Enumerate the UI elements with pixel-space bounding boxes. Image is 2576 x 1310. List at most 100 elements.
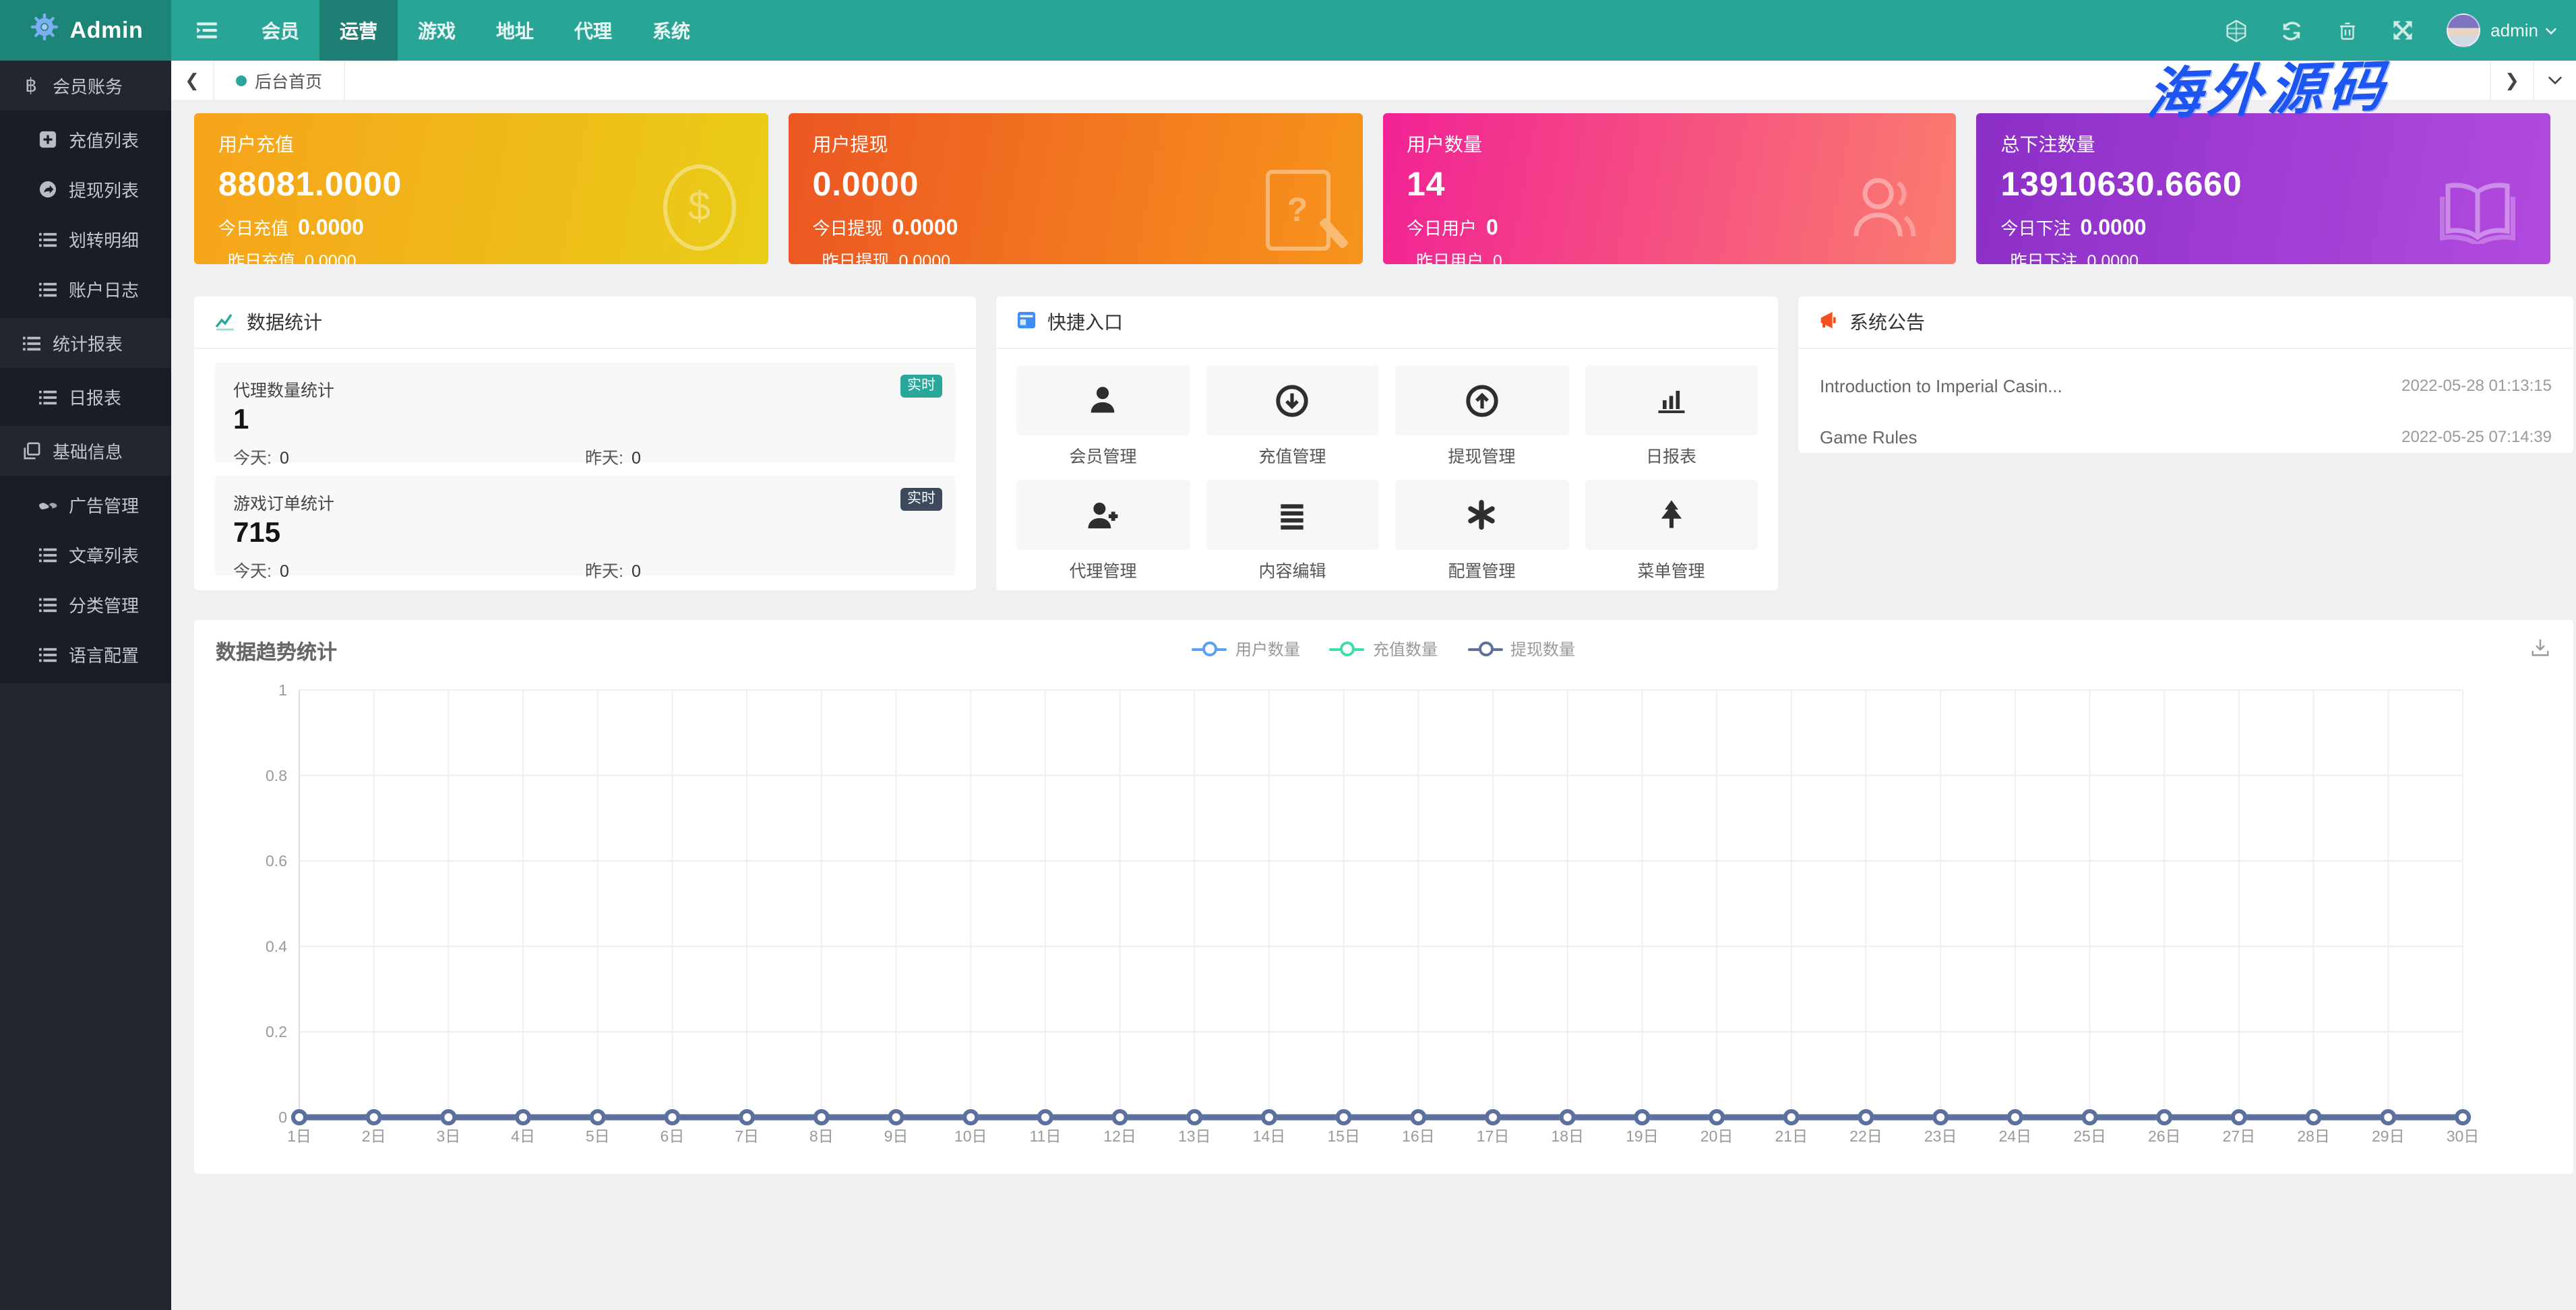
sidebar-item-充值列表[interactable]: 充值列表 [0,115,171,164]
nav-item-系统[interactable]: 系统 [632,0,710,61]
sidebar-item-广告管理[interactable]: 广告管理 [0,480,171,530]
stat-card-value: 0.0000 [813,166,1339,205]
today-value: 0.0000 [892,217,958,241]
stat-card-today: 今日提现0.0000 [813,214,1339,241]
svg-text:19日: 19日 [1626,1127,1659,1145]
quick-entry-title: 快捷入口 [1047,309,1123,336]
yesterday-label: 昨天: [585,562,623,581]
legend-充值数量[interactable]: 充值数量 [1330,637,1438,660]
quick-entry-配置管理[interactable]: 配置管理 [1395,480,1568,582]
menu-fold-icon[interactable] [171,0,241,61]
sidebar-item-label: 账户日志 [69,276,139,302]
legend-label: 充值数量 [1373,637,1438,660]
svg-text:4日: 4日 [511,1127,535,1145]
nav-item-会员[interactable]: 会员 [241,0,319,61]
list-icon [36,544,58,565]
stat-card-title: 总下注数量 [2001,131,2527,158]
nav-item-运营[interactable]: 运营 [319,0,398,61]
language-globe-icon[interactable] [2209,18,2264,42]
app-logo[interactable]: Admin [0,0,171,61]
svg-text:0: 0 [278,1109,287,1126]
nav-item-代理[interactable]: 代理 [554,0,632,61]
sidebar-item-文章列表[interactable]: 文章列表 [0,530,171,580]
tab-active-dot-icon [236,75,247,86]
tabs-scroll-left-icon[interactable]: ❮ [171,61,214,100]
announcement-row[interactable]: Introduction to Imperial Casin...2022-05… [1798,360,2573,411]
svg-text:2日: 2日 [362,1127,386,1145]
fullscreen-icon[interactable] [2374,19,2430,42]
user-avatar[interactable] [2446,13,2480,47]
quick-entry-日报表[interactable]: 日报表 [1585,365,1758,468]
quick-entry-菜单管理[interactable]: 菜单管理 [1585,480,1758,582]
quick-entry-label: 充值管理 [1206,442,1379,468]
refresh-icon[interactable] [2264,18,2319,42]
arrow-down-circle-icon [1206,365,1379,435]
user-menu[interactable]: admin [2490,20,2557,40]
main-menu: 会员运营游戏地址代理系统 [241,0,710,61]
stat-sub-row: 今天:0昨天:0 [233,443,937,469]
stat-sub-代理数量统计: 实时代理数量统计1今天:0昨天:0 [214,363,956,462]
quick-entry-内容编辑[interactable]: 内容编辑 [1206,480,1379,582]
legend-用户数量[interactable]: 用户数量 [1192,637,1300,660]
quick-entry-会员管理[interactable]: 会员管理 [1016,365,1190,468]
today-label: 今日用户 [1407,214,1477,240]
announcement-text: Introduction to Imperial Casin... [1820,375,2062,396]
asterisk-icon [1395,480,1568,550]
announcements-header: 系统公告 [1798,297,2573,349]
svg-text:16日: 16日 [1402,1127,1435,1145]
svg-text:26日: 26日 [2148,1127,2181,1145]
quick-entry-提现管理[interactable]: 提现管理 [1395,365,1568,468]
today-value: 0 [280,562,289,581]
book-icon [2437,177,2518,251]
quick-entry-充值管理[interactable]: 充值管理 [1206,365,1379,468]
stat-sub-name: 代理数量统计 [233,376,937,402]
sidebar-item-label: 统计报表 [53,330,123,356]
quick-entry-panel: 快捷入口 会员管理充值管理提现管理日报表代理管理内容编辑配置管理菜单管理 [996,297,1778,590]
nav-item-地址[interactable]: 地址 [476,0,554,61]
stat-sub-row: 今天:0昨天:0 [233,557,937,582]
sidebar-item-label: 日报表 [69,384,121,410]
nav-item-游戏[interactable]: 游戏 [398,0,476,61]
announcement-row[interactable]: Game Rules2022-05-25 07:14:39 [1798,411,2573,453]
svg-text:17日: 17日 [1477,1127,1510,1145]
legend-label: 提现数量 [1510,637,1575,660]
tabs-menu-icon[interactable] [2533,61,2576,100]
sidebar-submenu: 充值列表提现列表划转明细账户日志 [0,111,171,318]
sidebar-item-label: 广告管理 [69,492,139,518]
sidebar-item-会员账务[interactable]: ฿会员账务 [0,61,171,111]
tabs-scroll-right-icon[interactable]: ❯ [2490,61,2533,100]
trash-icon[interactable] [2319,19,2374,42]
sidebar-item-基础信息[interactable]: 基础信息 [0,426,171,476]
sidebar-item-账户日志[interactable]: 账户日志 [0,264,171,314]
sidebar-item-统计报表[interactable]: 统计报表 [0,318,171,368]
legend-提现数量[interactable]: 提现数量 [1467,637,1575,660]
svg-text:12日: 12日 [1103,1127,1136,1145]
today-value: 0 [280,449,289,468]
today-label: 今天: [233,449,272,468]
username-label: admin [2490,20,2538,40]
svg-text:3日: 3日 [436,1127,460,1145]
yesterday-label: 昨日充值 [228,247,295,264]
sidebar-item-划转明细[interactable]: 划转明细 [0,214,171,264]
chevron-down-icon [2545,26,2557,34]
yesterday-label: 昨日提现 [822,247,890,264]
trend-chart-panel: 数据趋势统计 用户数量充值数量提现数量 1日2日3日4日5日6日7日8日9日10… [194,620,2573,1174]
list-icon [36,594,58,615]
quick-entry-代理管理[interactable]: 代理管理 [1016,480,1190,582]
download-icon[interactable] [2530,637,2550,664]
data-stats-title: 数据统计 [247,309,322,336]
svg-text:1: 1 [278,681,287,699]
quick-entry-label: 提现管理 [1395,442,1568,468]
sidebar-item-分类管理[interactable]: 分类管理 [0,580,171,629]
main-content: 用户充值88081.0000今日充值0.0000昨日充值0.0000$用户提现0… [171,100,2576,1310]
stat-card-title: 用户提现 [813,131,1339,158]
svg-text:20日: 20日 [1700,1127,1734,1145]
sidebar-item-语言配置[interactable]: 语言配置 [0,629,171,679]
sidebar-item-日报表[interactable]: 日报表 [0,372,171,422]
sidebar-submenu: 日报表 [0,368,171,426]
sidebar-item-提现列表[interactable]: 提现列表 [0,164,171,214]
data-stats-header: 数据统计 [194,297,976,349]
yesterday-value: 0.0000 [2087,252,2139,264]
trend-chart-header: 数据趋势统计 用户数量充值数量提现数量 [194,620,2573,677]
tab-dashboard[interactable]: 后台首页 [214,61,345,100]
